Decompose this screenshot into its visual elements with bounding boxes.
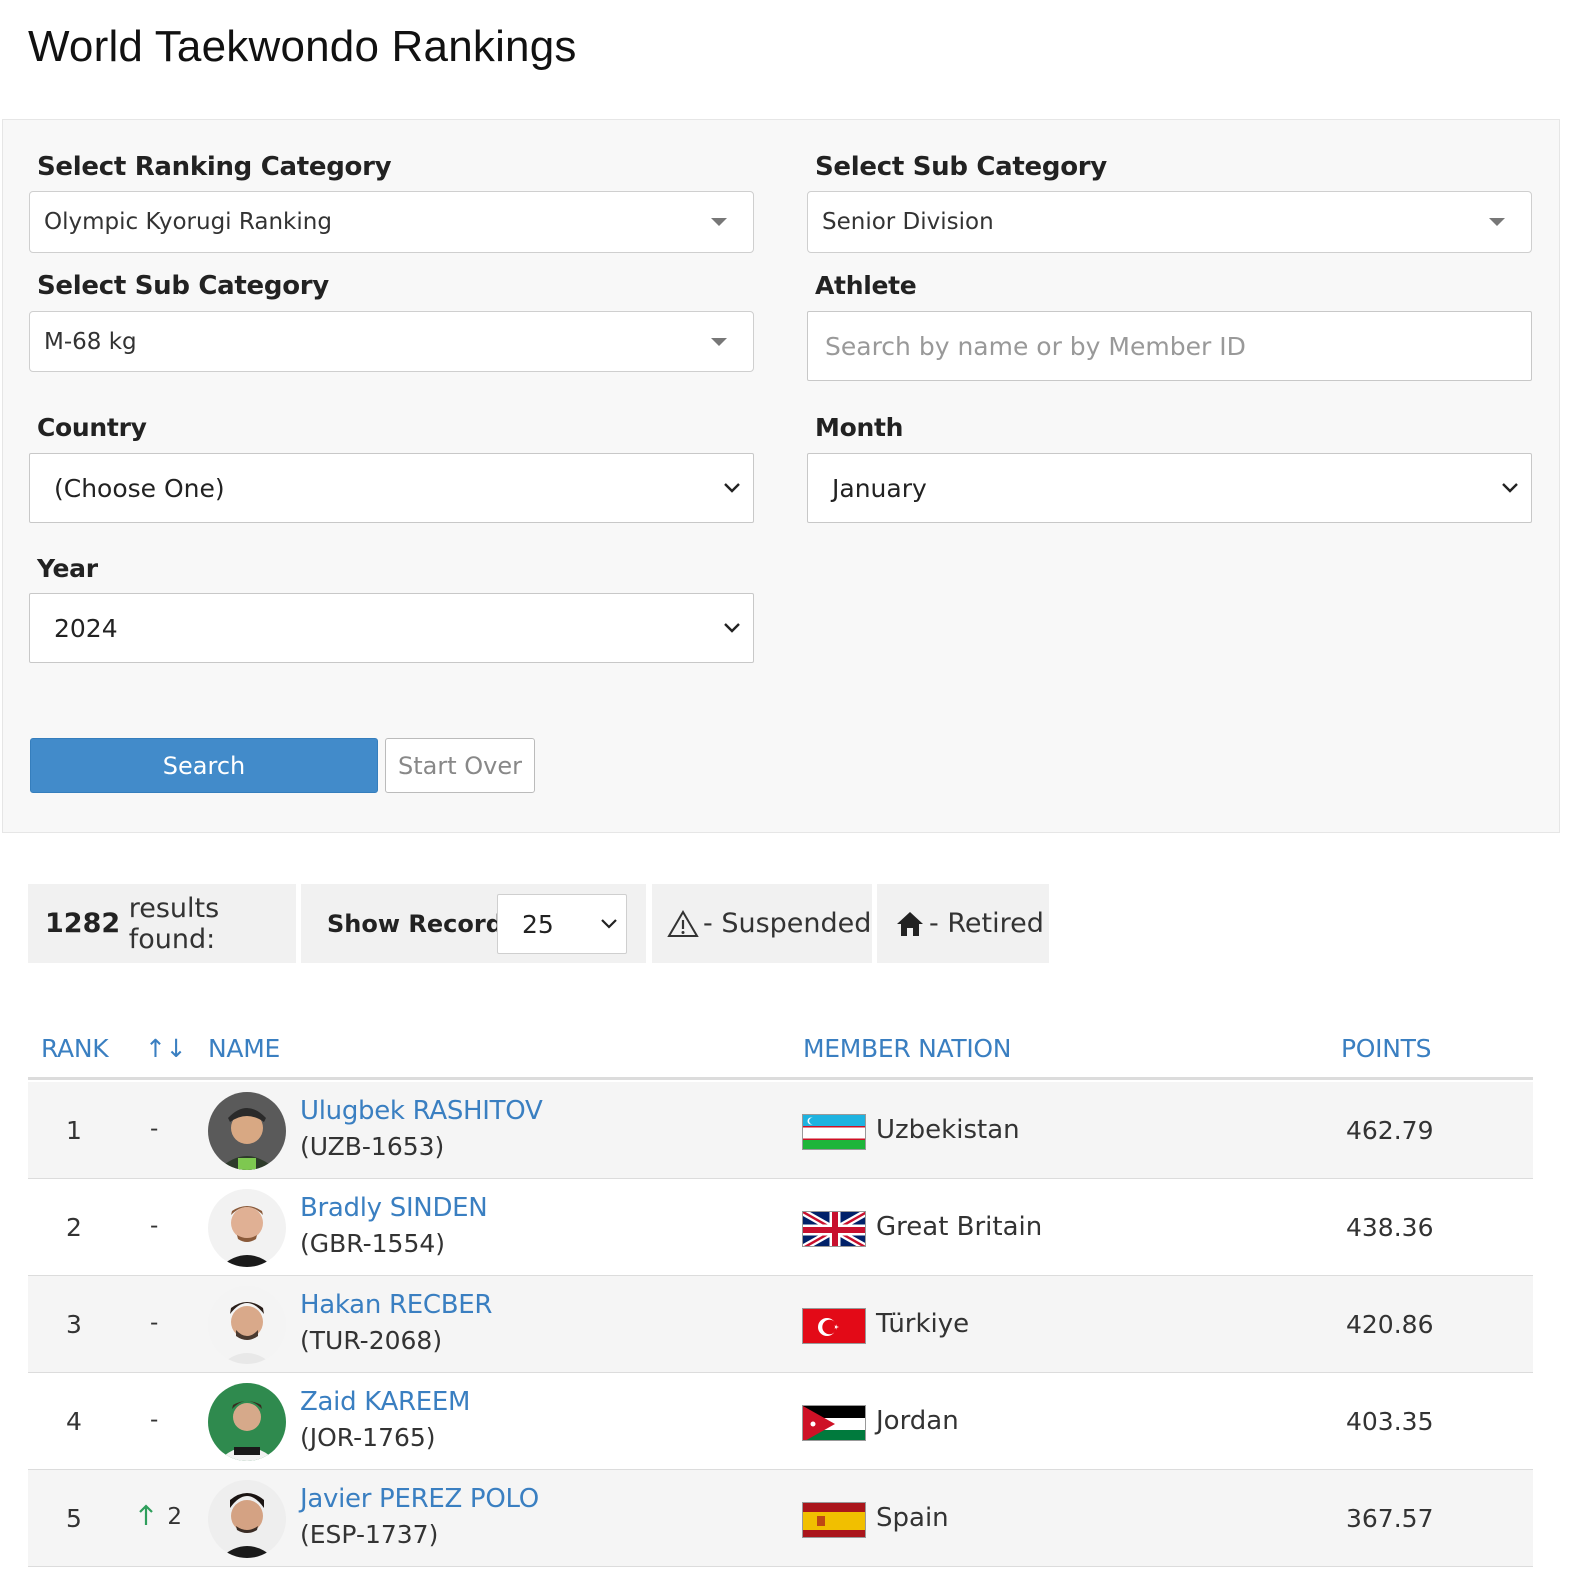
caret-down-icon — [711, 218, 727, 226]
athlete-member-id: (UZB-1653) — [300, 1132, 445, 1161]
year-select[interactable]: 2024 — [29, 593, 754, 663]
athlete-member-id: (TUR-2068) — [300, 1326, 443, 1355]
month-label: Month — [815, 413, 904, 442]
column-rank-header[interactable]: RANK — [41, 1034, 109, 1063]
suspended-label: - Suspended — [703, 908, 872, 939]
home-icon — [897, 911, 923, 936]
points-value: 420.86 — [1346, 1310, 1434, 1339]
athlete-name-link[interactable]: Javier PEREZ POLO — [300, 1484, 539, 1514]
country-label: Country — [37, 413, 147, 442]
column-points-header[interactable]: POINTS — [1341, 1034, 1431, 1063]
chevron-down-icon — [601, 919, 617, 929]
athlete-name-link[interactable]: Bradly SINDEN — [300, 1193, 488, 1223]
athlete-name-link[interactable]: Zaid KAREEM — [300, 1387, 470, 1417]
sub-category-division-value: Senior Division — [822, 209, 994, 235]
member-nation: Jordan — [876, 1406, 959, 1436]
start-over-button[interactable]: Start Over — [385, 738, 535, 793]
year-value: 2024 — [54, 613, 118, 643]
avatar[interactable] — [208, 1383, 286, 1461]
country-select[interactable]: (Choose One) — [29, 453, 754, 523]
avatar[interactable] — [208, 1189, 286, 1267]
filter-panel: Select Ranking Category Olympic Kyorugi … — [2, 119, 1560, 833]
avatar[interactable] — [208, 1286, 286, 1364]
jordan-flag — [802, 1405, 866, 1441]
search-button[interactable]: Search — [30, 738, 378, 793]
member-nation: Spain — [876, 1503, 949, 1533]
year-label: Year — [37, 554, 98, 583]
results-count: 1282 results found: — [28, 884, 296, 963]
retired-label: - Retired — [929, 908, 1044, 939]
rank-value: 3 — [66, 1310, 82, 1339]
rank-value: 5 — [66, 1504, 82, 1533]
athlete-member-id: (GBR-1554) — [300, 1229, 446, 1258]
caret-down-icon — [1489, 218, 1505, 226]
sub-category-division-label: Select Sub Category — [815, 152, 1107, 182]
table-row: 5 2 Javier PEREZ POLO (ESP-1737) Spain 3… — [28, 1470, 1533, 1567]
sub-category-weight-value: M-68 kg — [44, 328, 137, 355]
ranking-category-label: Select Ranking Category — [37, 152, 392, 182]
turkiye-flag — [802, 1308, 866, 1344]
rank-value: 2 — [66, 1213, 82, 1242]
chevron-down-icon — [1502, 483, 1518, 493]
uzbekistan-flag — [802, 1114, 866, 1150]
ranking-category-select[interactable]: Olympic Kyorugi Ranking — [29, 191, 754, 253]
points-value: 367.57 — [1346, 1504, 1434, 1533]
suspended-legend: - Suspended — [652, 884, 872, 963]
country-value: (Choose One) — [54, 473, 225, 503]
athlete-label: Athlete — [815, 271, 917, 300]
results-count-number: 1282 — [45, 908, 121, 939]
results-count-suffix: results found: — [128, 892, 220, 955]
sub-category-weight-label: Select Sub Category — [37, 271, 329, 301]
member-nation: Great Britain — [876, 1212, 1043, 1242]
show-records-value: 25 — [522, 909, 554, 939]
ranking-category-value: Olympic Kyorugi Ranking — [44, 209, 332, 235]
page-title: World Taekwondo Rankings — [28, 22, 577, 71]
spain-flag — [802, 1502, 866, 1538]
avatar[interactable] — [208, 1092, 286, 1170]
member-nation: Türkiye — [876, 1309, 970, 1339]
sort-icon[interactable]: ↑↓ — [145, 1034, 187, 1063]
rank-change: - — [150, 1213, 159, 1239]
athlete-name-link[interactable]: Hakan RECBER — [300, 1290, 492, 1320]
show-records-select[interactable]: 25 — [497, 894, 627, 954]
sub-category-weight-select[interactable]: M-68 kg — [29, 311, 754, 372]
member-nation: Uzbekistan — [876, 1115, 1020, 1145]
points-value: 438.36 — [1346, 1213, 1434, 1242]
rank-change: - — [150, 1407, 159, 1433]
column-name-header[interactable]: NAME — [208, 1034, 280, 1063]
arrow-up-icon — [139, 1504, 153, 1525]
rank-change: 2 — [138, 1504, 182, 1530]
rank-change: - — [150, 1310, 159, 1336]
athlete-member-id: (ESP-1737) — [300, 1520, 439, 1549]
rank-change-value: 2 — [167, 1504, 182, 1530]
sub-category-division-select[interactable]: Senior Division — [807, 191, 1532, 253]
column-nation-header[interactable]: MEMBER NATION — [803, 1034, 1011, 1063]
table-row: 4 - Zaid KAREEM (JOR-1765) Jordan 403.35 — [28, 1373, 1533, 1470]
rank-change: - — [150, 1116, 159, 1142]
warning-icon — [667, 909, 699, 937]
chevron-down-icon — [724, 483, 740, 493]
athlete-name-link[interactable]: Ulugbek RASHITOV — [300, 1096, 543, 1126]
points-value: 403.35 — [1346, 1407, 1434, 1436]
caret-down-icon — [711, 337, 727, 346]
rank-value: 4 — [66, 1407, 82, 1436]
athlete-search-input[interactable]: Search by name or by Member ID — [807, 311, 1532, 381]
rank-value: 1 — [66, 1116, 82, 1145]
great-britain-flag — [802, 1211, 866, 1247]
rankings-table-header: RANK ↑↓ NAME MEMBER NATION POINTS — [28, 1030, 1533, 1080]
chevron-down-icon — [724, 623, 740, 633]
avatar[interactable] — [208, 1480, 286, 1558]
table-row: 1 - Ulugbek RASHITOV (UZB-1653) Uzbekist… — [28, 1082, 1533, 1179]
table-row: 2 - Bradly SINDEN (GBR-1554) Great Brita… — [28, 1179, 1533, 1276]
show-records-group: Show Records: 25 — [301, 884, 646, 963]
month-select[interactable]: January — [807, 453, 1532, 523]
retired-legend: - Retired — [877, 884, 1049, 963]
month-value: January — [832, 473, 927, 503]
athlete-member-id: (JOR-1765) — [300, 1423, 436, 1452]
table-row: 3 - Hakan RECBER (TUR-2068) Türkiye 420.… — [28, 1276, 1533, 1373]
points-value: 462.79 — [1346, 1116, 1434, 1145]
